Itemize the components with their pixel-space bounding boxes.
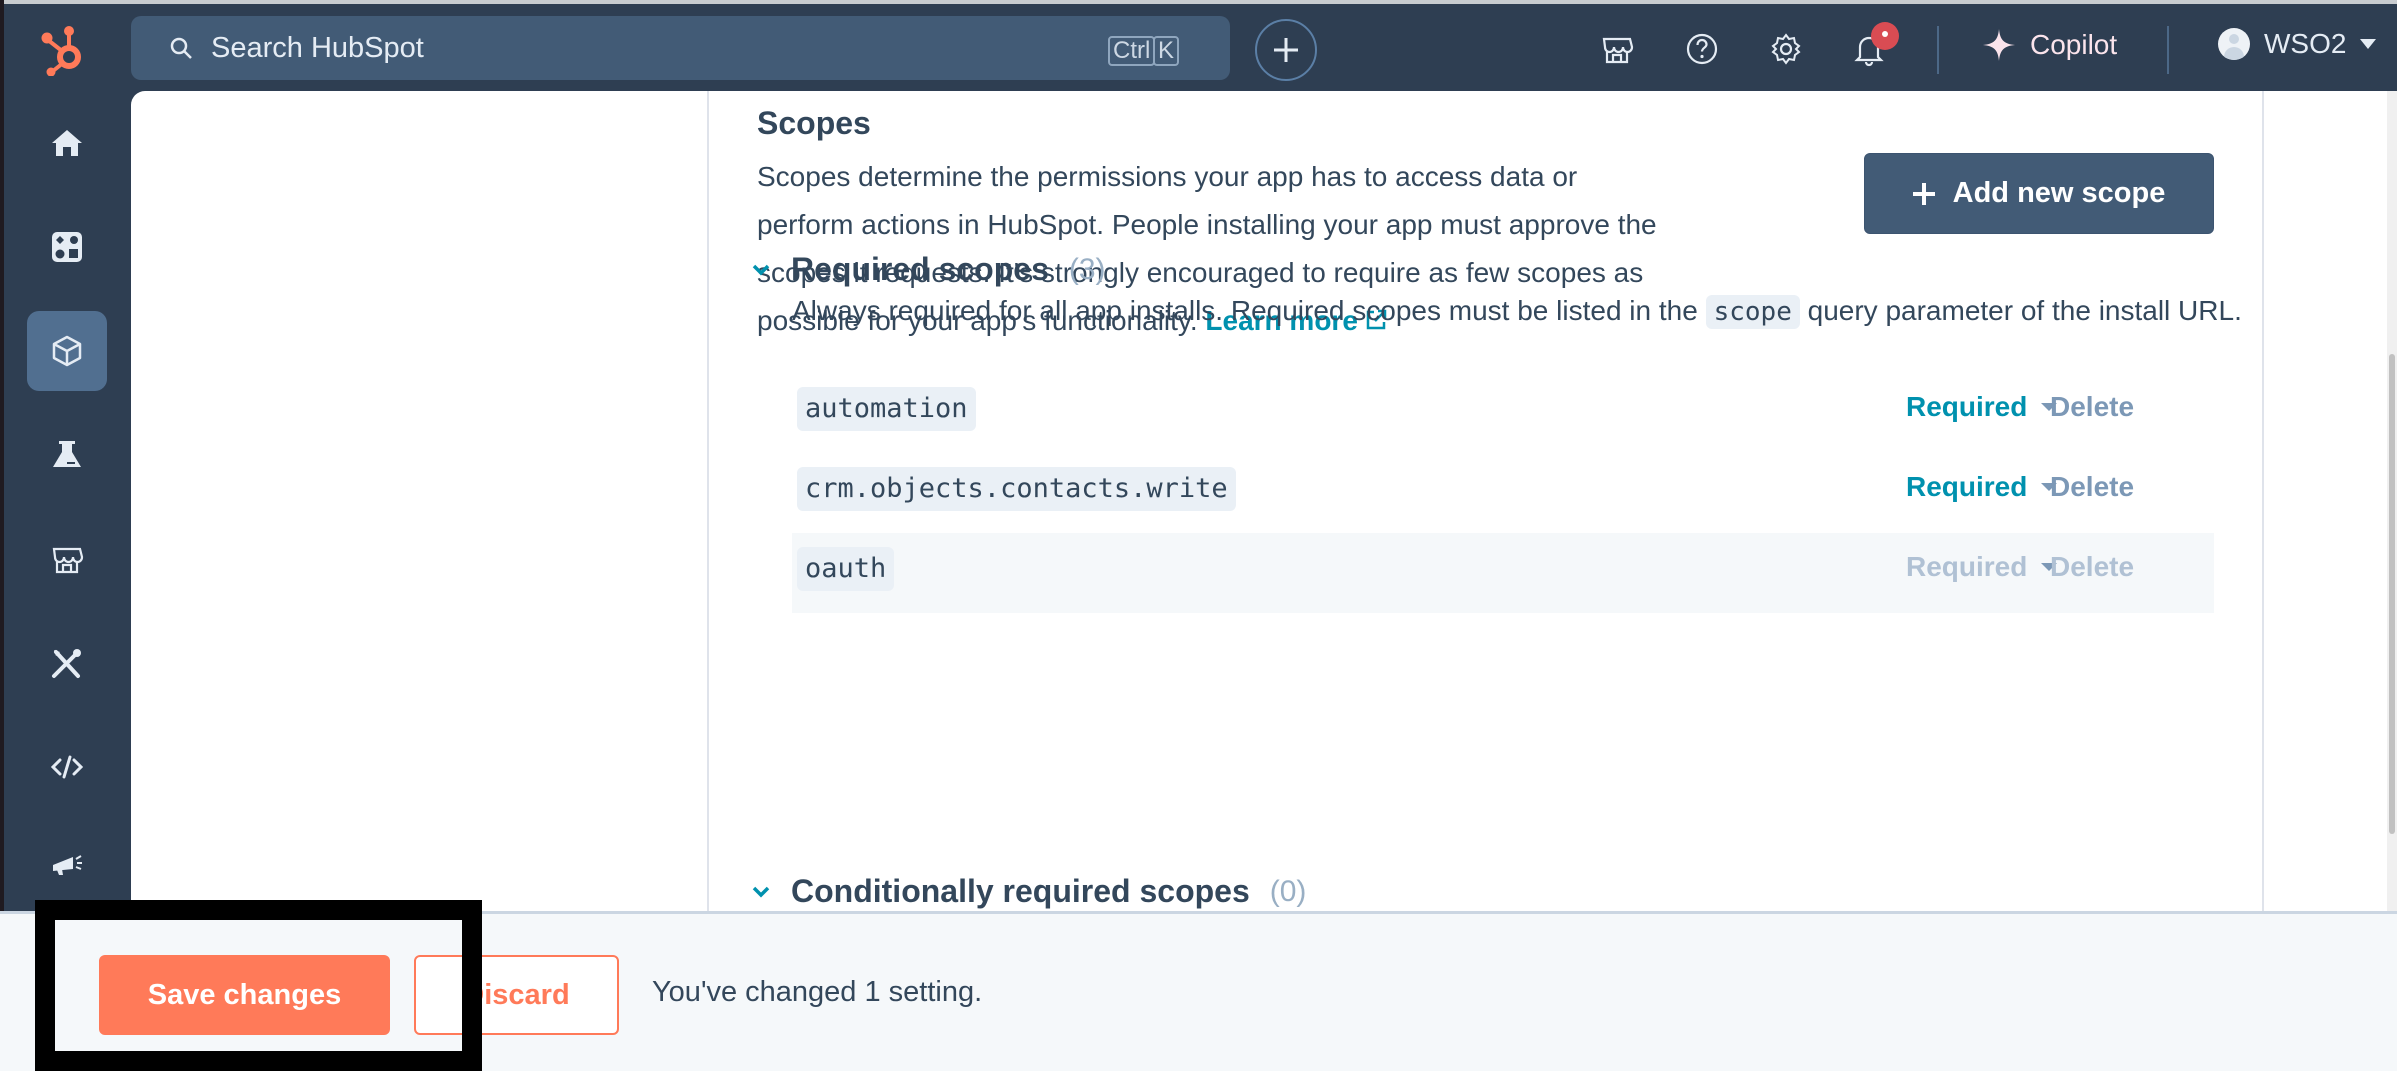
changes-message: You've changed 1 setting. xyxy=(652,976,983,1008)
tools-icon xyxy=(52,649,81,678)
delete-scope-button-disabled: Delete xyxy=(2050,551,2135,582)
add-new-scope-label: Add new scope xyxy=(1952,177,2166,209)
chevron-down-icon xyxy=(752,886,770,897)
scrollbar-thumb[interactable] xyxy=(2389,354,2395,834)
workspaces-icon xyxy=(52,232,82,262)
scope-row: oauth Required Delete xyxy=(792,533,2214,613)
code-icon xyxy=(50,755,84,779)
notification-badge xyxy=(1871,22,1899,50)
settings-icon[interactable] xyxy=(1768,31,1804,67)
discard-button[interactable]: Discard xyxy=(414,955,619,1035)
plus-icon xyxy=(1913,183,1935,205)
scope-name: oauth xyxy=(797,547,895,591)
scope-level-label: Required xyxy=(1906,471,2028,502)
account-name: WSO2 xyxy=(2264,28,2347,59)
scope-level-label: Required xyxy=(1906,391,2028,422)
required-scopes-description: Always required for all app installs. Re… xyxy=(792,287,2322,336)
top-navigation-bar: Search HubSpot Ctrl K Copilot WSO2 xyxy=(0,0,2397,91)
search-icon xyxy=(170,37,192,59)
required-scopes-toggle[interactable]: Required scopes (3) xyxy=(751,251,1106,288)
avatar xyxy=(2218,28,2250,60)
marketplace-icon xyxy=(52,547,84,574)
conditional-scopes-count: (0) xyxy=(1269,874,1307,908)
megaphone-icon xyxy=(53,855,82,875)
hubspot-logo-icon[interactable] xyxy=(38,20,94,76)
divider xyxy=(1937,26,1939,74)
description-text: query parameter of the install URL. xyxy=(1807,295,2242,326)
scope-name: crm.objects.contacts.write xyxy=(797,467,1236,511)
cube-icon xyxy=(52,335,82,367)
scope-level-dropdown[interactable]: Required xyxy=(1906,471,2058,503)
divider xyxy=(2167,26,2169,74)
sidebar-item-marketplace[interactable] xyxy=(27,519,107,599)
unsaved-changes-bar: Save changes Discard You've changed 1 se… xyxy=(0,911,2397,1071)
sidebar-item-development[interactable] xyxy=(27,727,107,807)
create-new-button[interactable] xyxy=(1255,19,1317,81)
delete-scope-button[interactable]: Delete xyxy=(2050,391,2134,423)
sidebar-item-tools[interactable] xyxy=(27,623,107,703)
help-icon[interactable] xyxy=(1684,31,1720,67)
search-bar[interactable]: Search HubSpot Ctrl K xyxy=(131,16,1230,80)
shortcut-key-k: K xyxy=(1153,36,1180,66)
scope-name: automation xyxy=(797,387,976,431)
sparkle-icon xyxy=(1983,29,2015,61)
account-menu[interactable]: WSO2 xyxy=(2218,28,2377,60)
marketplace-icon[interactable] xyxy=(1599,31,1635,67)
scope-level-label: Required xyxy=(1906,551,2028,582)
chevron-down-icon xyxy=(752,264,770,275)
search-placeholder: Search HubSpot xyxy=(211,32,424,64)
scope-level-dropdown-disabled: Required xyxy=(1906,551,2058,583)
save-changes-button[interactable]: Save changes xyxy=(99,955,390,1035)
copilot-label: Copilot xyxy=(2030,29,2118,60)
required-scopes-count: (3) xyxy=(1068,252,1106,286)
copilot-button[interactable]: Copilot xyxy=(1982,28,2117,62)
add-new-scope-button[interactable]: Add new scope xyxy=(1864,153,2214,234)
sidebar-item-home[interactable] xyxy=(27,103,107,183)
chevron-down-icon xyxy=(2360,39,2377,49)
sidebar-item-workspaces[interactable] xyxy=(27,207,107,287)
column-divider xyxy=(707,91,709,911)
shortcut-key-ctrl: Ctrl xyxy=(1108,36,1156,66)
home-icon xyxy=(52,130,82,156)
scope-param-code: scope xyxy=(1705,295,1800,329)
conditional-scopes-title: Conditionally required scopes xyxy=(791,873,1250,909)
scope-level-dropdown[interactable]: Required xyxy=(1906,391,2058,423)
required-scopes-title: Required scopes xyxy=(791,251,1049,287)
scope-row: automation Required Delete xyxy=(792,373,2214,453)
flask-icon xyxy=(53,441,81,467)
delete-scope-button[interactable]: Delete xyxy=(2050,471,2134,503)
description-text: Always required for all app installs. Re… xyxy=(792,295,1698,326)
scopes-heading: Scopes xyxy=(757,105,871,141)
sidebar-item-apps[interactable] xyxy=(27,311,107,391)
scope-row: crm.objects.contacts.write Required Dele… xyxy=(792,453,2214,533)
column-divider xyxy=(2262,91,2264,911)
sidebar-item-test-accounts[interactable] xyxy=(27,415,107,495)
main-content: Scopes Scopes determine the permissions … xyxy=(131,91,2397,911)
sidebar-item-marketing[interactable] xyxy=(27,821,107,901)
conditional-scopes-toggle[interactable]: Conditionally required scopes (0) xyxy=(751,873,1306,910)
